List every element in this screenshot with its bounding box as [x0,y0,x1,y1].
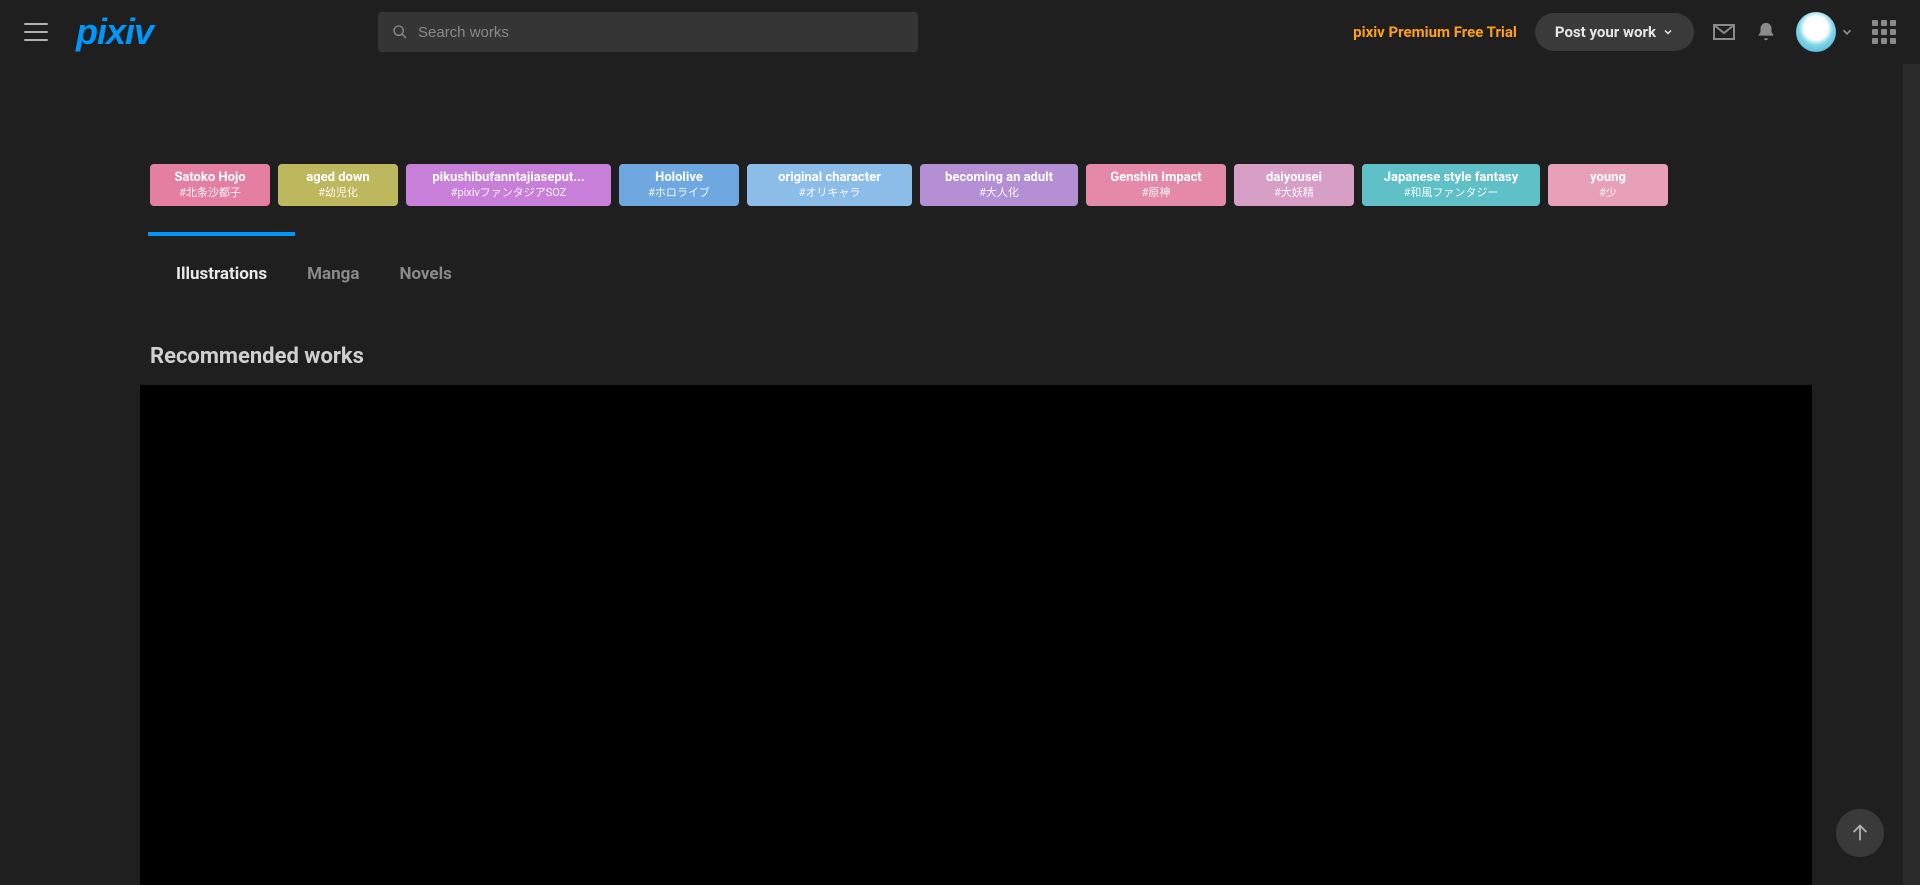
tag-card[interactable]: Genshin Impact #原神 [1086,164,1226,206]
tag-card[interactable]: original character #オリキャラ [747,164,912,206]
tag-card[interactable]: Satoko Hojo #北条沙都子 [150,164,270,206]
tag-subtitle: #北条沙都子 [179,186,241,200]
search-input[interactable] [418,24,904,41]
logo[interactable]: pixiv [76,11,153,53]
tag-subtitle: #大人化 [979,186,1019,200]
tag-title: Satoko Hojo [174,170,245,186]
bell-icon[interactable] [1754,20,1778,44]
header: pixiv pixiv Premium Free Trial Post your… [0,0,1920,64]
post-work-button[interactable]: Post your work [1535,13,1694,51]
tag-subtitle: #幼児化 [318,186,358,200]
search-icon [392,24,408,40]
tag-subtitle: #ホロライブ [648,186,710,200]
post-work-label: Post your work [1555,23,1656,41]
tag-subtitle: #大妖精 [1274,186,1314,200]
avatar[interactable] [1796,12,1836,52]
tag-title: daiyousei [1266,170,1322,186]
scroll-top-button[interactable] [1836,809,1884,857]
recommended-grid [140,385,1812,885]
mail-icon[interactable] [1712,20,1736,44]
premium-link[interactable]: pixiv Premium Free Trial [1353,23,1517,41]
banner-space [0,64,1920,164]
apps-icon[interactable] [1872,20,1896,44]
tag-title: Hololive [655,170,703,186]
tag-carousel[interactable]: Satoko Hojo #北条沙都子 aged down #幼児化 pikush… [0,164,1920,206]
avatar-chevron-icon[interactable] [1840,25,1854,39]
tag-card[interactable]: pikushibufanntajiaseput... #pixivファンタジアS… [406,164,611,206]
tag-card[interactable]: Japanese style fantasy #和風ファンタジー [1362,164,1540,206]
tag-card[interactable]: becoming an adult #大人化 [920,164,1078,206]
recommended-title: Recommended works [0,344,1920,369]
tab-illustrations[interactable]: Illustrations [176,252,267,296]
tag-subtitle: #原神 [1142,186,1171,200]
tag-card[interactable]: young #少 [1548,164,1668,206]
menu-icon[interactable] [24,20,48,44]
arrow-up-icon [1849,822,1871,844]
tag-card[interactable]: daiyousei #大妖精 [1234,164,1354,206]
tab-manga[interactable]: Manga [307,252,359,296]
tabs: Illustrations Manga Novels [0,252,1920,296]
search-bar[interactable] [378,12,918,52]
tag-card[interactable]: aged down #幼児化 [278,164,398,206]
scrollbar[interactable] [1903,0,1920,885]
chevron-down-icon [1662,26,1674,38]
tag-subtitle: #少 [1599,186,1617,200]
tag-title: pikushibufanntajiaseput... [432,170,584,186]
header-right: pixiv Premium Free Trial Post your work [1353,12,1896,52]
tab-novels[interactable]: Novels [399,252,451,296]
tag-title: Genshin Impact [1110,170,1202,186]
tag-subtitle: #和風ファンタジー [1404,186,1499,200]
tag-card[interactable]: Hololive #ホロライブ [619,164,739,206]
tag-subtitle: #pixivファンタジアSOZ [451,186,567,200]
tag-title: young [1590,170,1626,186]
tag-title: aged down [306,170,369,186]
main-content: Satoko Hojo #北条沙都子 aged down #幼児化 pikush… [0,0,1920,885]
tag-title: original character [778,170,881,186]
tag-title: becoming an adult [945,170,1053,186]
tag-subtitle: #オリキャラ [799,186,861,200]
tag-title: Japanese style fantasy [1384,170,1519,186]
